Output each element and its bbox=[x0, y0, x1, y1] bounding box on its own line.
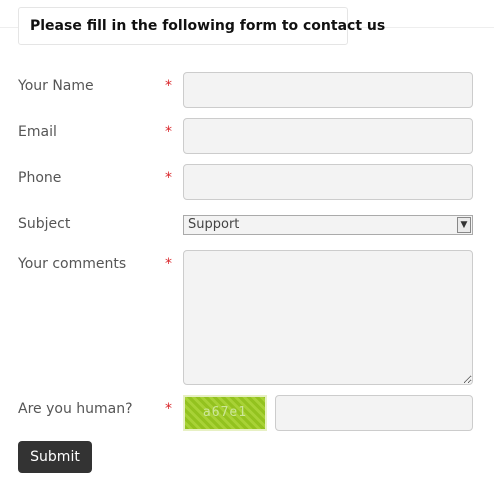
chevron-down-icon[interactable]: ▼ bbox=[457, 217, 471, 233]
comments-label: Your comments bbox=[18, 256, 127, 272]
email-input[interactable] bbox=[183, 118, 473, 154]
required-marker: * bbox=[165, 401, 172, 417]
captcha-label: Are you human? bbox=[18, 401, 133, 417]
contact-form-page: Please fill in the following form to con… bbox=[0, 0, 494, 484]
required-marker: * bbox=[165, 256, 172, 272]
phone-label: Phone bbox=[18, 170, 62, 186]
subject-select[interactable]: Support ▼ bbox=[183, 215, 473, 235]
submit-button[interactable]: Submit bbox=[18, 441, 92, 473]
required-marker: * bbox=[165, 170, 172, 186]
form-legend: Please fill in the following form to con… bbox=[18, 7, 385, 45]
captcha-image: a67e1 bbox=[183, 395, 267, 431]
comments-textarea[interactable] bbox=[183, 250, 473, 385]
captcha-input[interactable] bbox=[275, 395, 473, 431]
name-label: Your Name bbox=[18, 78, 94, 94]
subject-selected-value: Support bbox=[188, 217, 240, 232]
required-marker: * bbox=[165, 124, 172, 140]
phone-input[interactable] bbox=[183, 164, 473, 200]
subject-label: Subject bbox=[18, 216, 71, 232]
name-input[interactable] bbox=[183, 72, 473, 108]
email-label: Email bbox=[18, 124, 57, 140]
required-marker: * bbox=[165, 78, 172, 94]
